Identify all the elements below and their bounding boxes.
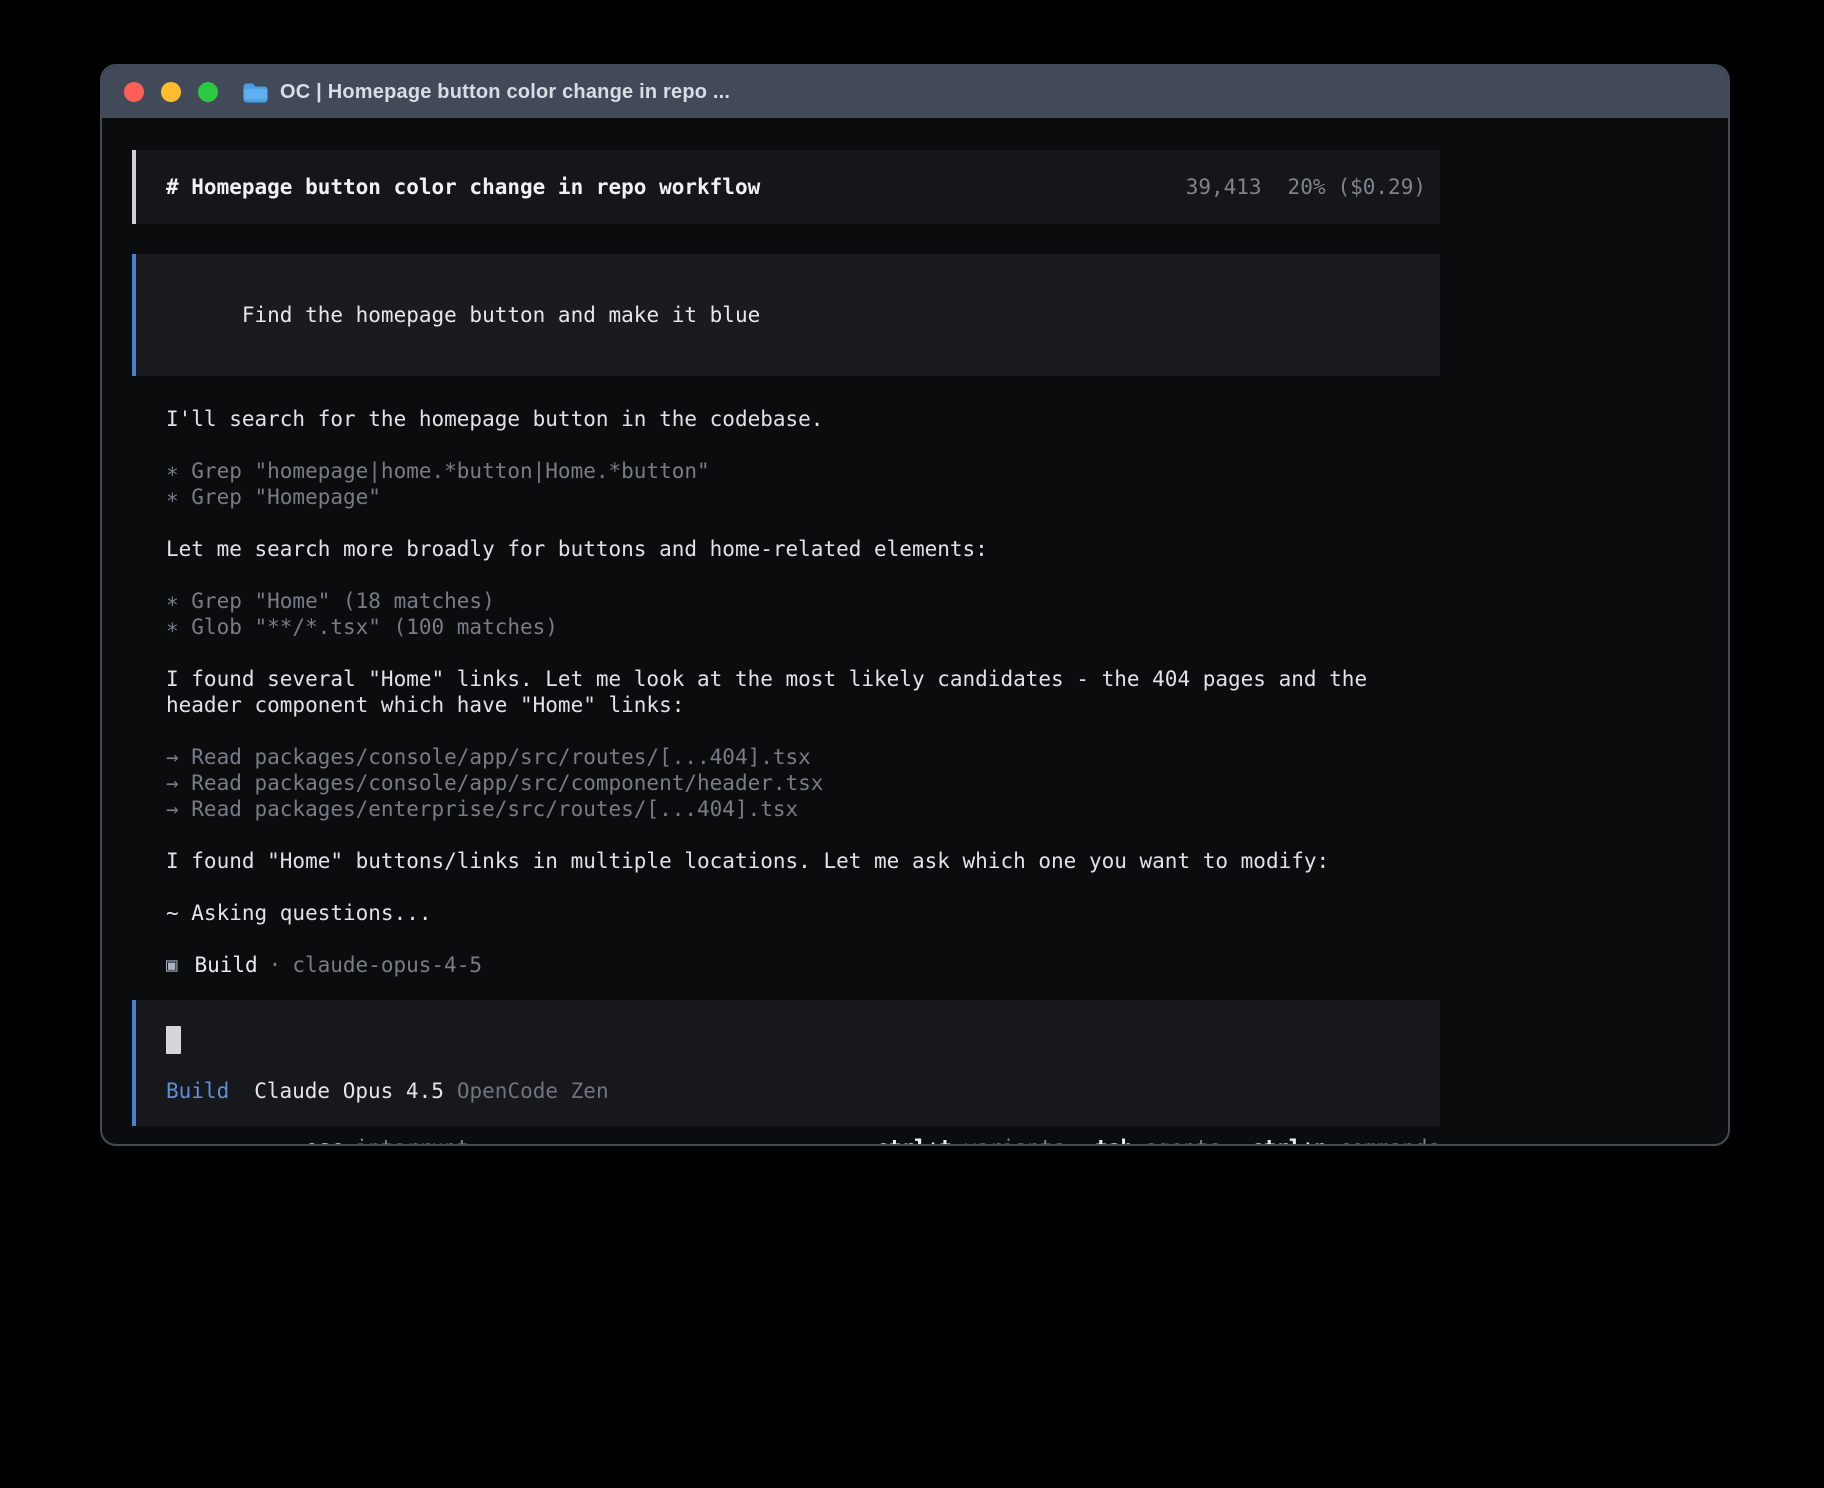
tool-call-line: → Read packages/console/app/src/routes/[…: [166, 744, 1440, 770]
text-cursor: [166, 1026, 181, 1054]
keyboard-hint[interactable]: ctrl+p commands: [1251, 1135, 1440, 1146]
agent-separator: ·: [269, 952, 282, 978]
hint-label: agents: [1145, 1136, 1221, 1146]
hint-label: interrupt: [355, 1136, 469, 1146]
agent-name: Build: [194, 952, 257, 978]
minimize-button[interactable]: [161, 82, 181, 102]
tool-call-group: ∗ Grep "Home" (18 matches)∗ Glob "**/*.t…: [166, 588, 1440, 640]
assistant-paragraph: Let me search more broadly for buttons a…: [166, 536, 1440, 562]
status-bar: •••••••• esc interrupt ctrl+t variants tab a…: [132, 1135, 1440, 1146]
prompt-input[interactable]: Build Claude Opus 4.5 OpenCode Zen: [132, 1000, 1440, 1126]
hints-left: esc interrupt: [305, 1135, 469, 1146]
window-title: OC | Homepage button color change in rep…: [242, 81, 730, 104]
assistant-paragraph: I found several "Home" links. Let me loo…: [166, 666, 1440, 718]
spinner-dots: ••••••••: [142, 1135, 281, 1146]
assistant-paragraph: I'll search for the homepage button in t…: [166, 406, 1440, 432]
hint-key: esc: [305, 1136, 343, 1146]
transcript: I'll search for the homepage button in t…: [132, 406, 1440, 978]
agent-mode-label[interactable]: Build: [166, 1078, 229, 1104]
tool-call-line: ∗ Grep "Homepage": [166, 484, 1440, 510]
tool-call-group: ∗ Grep "homepage|home.*button|Home.*butt…: [166, 458, 1440, 510]
tool-call-line: ∗ Glob "**/*.tsx" (100 matches): [166, 614, 1440, 640]
hint-key: ctrl+t: [876, 1136, 952, 1146]
provider-label: OpenCode Zen: [457, 1078, 609, 1104]
tool-call-line: ∗ Grep "homepage|home.*button|Home.*butt…: [166, 458, 1440, 484]
hint-key: ctrl+p: [1251, 1136, 1327, 1146]
user-message-text: Find the homepage button and make it blu…: [242, 303, 760, 327]
agent-icon: ▣: [166, 952, 177, 978]
keyboard-hint[interactable]: tab agents: [1095, 1135, 1221, 1146]
tool-call-line: ∗ Grep "Home" (18 matches): [166, 588, 1440, 614]
hint-key: tab: [1095, 1136, 1133, 1146]
assistant-paragraph: ~ Asking questions...: [166, 900, 1440, 926]
window-titlebar: OC | Homepage button color change in rep…: [102, 66, 1728, 118]
zoom-button[interactable]: [198, 82, 218, 102]
terminal-window: OC | Homepage button color change in rep…: [100, 64, 1730, 1146]
session-title: # Homepage button color change in repo w…: [166, 174, 760, 200]
tool-call-line: → Read packages/console/app/src/componen…: [166, 770, 1440, 796]
agent-status-line: ▣ Build · claude-opus-4-5: [166, 952, 1440, 978]
context-percent: 20%: [1288, 174, 1326, 200]
agent-model: claude-opus-4-5: [292, 952, 482, 978]
keyboard-hint[interactable]: ctrl+t variants: [876, 1135, 1065, 1146]
token-count: 39,413: [1186, 174, 1262, 200]
assistant-paragraph: I found "Home" buttons/links in multiple…: [166, 848, 1440, 874]
keyboard-hint[interactable]: esc interrupt: [305, 1136, 469, 1146]
folder-icon: [242, 82, 269, 103]
tool-call-line: → Read packages/enterprise/src/routes/[.…: [166, 796, 1440, 822]
tui-content: # Homepage button color change in repo w…: [132, 150, 1440, 1146]
session-header: # Homepage button color change in repo w…: [132, 150, 1440, 224]
session-cost: ($0.29): [1337, 174, 1426, 200]
session-stats: 39,413 20% ($0.29): [1186, 174, 1426, 200]
status-bar-left: •••••••• esc interrupt: [142, 1135, 469, 1146]
window-controls: [124, 82, 218, 102]
tool-call-group: → Read packages/console/app/src/routes/[…: [166, 744, 1440, 822]
window-title-text: OC | Homepage button color change in rep…: [280, 81, 730, 104]
model-info-line: Build Claude Opus 4.5 OpenCode Zen: [166, 1078, 1410, 1104]
hint-label: commands: [1339, 1136, 1440, 1146]
user-message: Find the homepage button and make it blu…: [132, 254, 1440, 376]
model-name-label[interactable]: Claude Opus 4.5: [254, 1078, 444, 1104]
hint-label: variants: [964, 1136, 1065, 1146]
close-button[interactable]: [124, 82, 144, 102]
status-bar-right: ctrl+t variants tab agents ctrl+p commands: [876, 1135, 1440, 1146]
